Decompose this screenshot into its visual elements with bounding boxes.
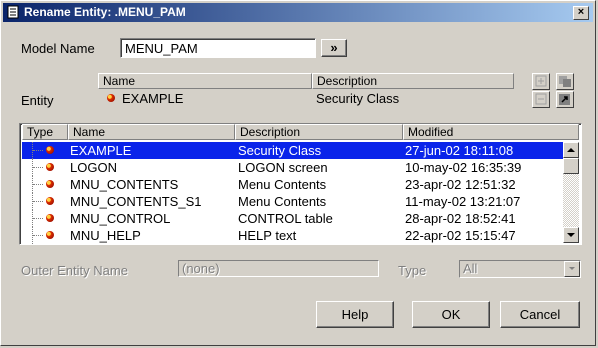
entity-type-icon — [46, 214, 54, 222]
tree-branch — [33, 201, 43, 203]
list-item[interactable]: MNU_HELP HELP text 22-apr-02 15:15:47 — [22, 227, 563, 244]
document-icon — [7, 5, 19, 19]
close-button[interactable]: × — [573, 6, 589, 20]
list-item[interactable]: EXAMPLE Security Class 27-jun-02 18:11:08 — [22, 142, 563, 159]
double-chevron-icon: » — [330, 40, 338, 55]
scroll-thumb[interactable] — [563, 158, 579, 174]
model-browse-button[interactable]: » — [321, 39, 347, 57]
type-select-value: All — [463, 261, 478, 276]
outer-entity-value: (none) — [182, 261, 220, 276]
list-item-description: LOGON screen — [238, 160, 328, 175]
list-col-name[interactable]: Name — [68, 124, 235, 140]
list-col-description[interactable]: Description — [235, 124, 403, 140]
vertical-scrollbar[interactable] — [563, 142, 579, 243]
cancel-button[interactable]: Cancel — [500, 301, 580, 328]
tree-branch — [33, 167, 43, 169]
entity-col-name[interactable]: Name — [98, 73, 312, 89]
model-name-value: MENU_PAM — [125, 41, 198, 56]
list-item-name: MNU_CONTENTS_S1 — [70, 194, 202, 209]
list-item-name: MNU_CONTROL — [70, 211, 171, 226]
close-icon: × — [577, 6, 585, 18]
copy-entity-button[interactable] — [556, 73, 574, 90]
entity-type-icon — [46, 146, 54, 154]
list-item-description: HELP text — [238, 228, 297, 243]
plus-icon — [535, 75, 547, 87]
list-item-description: Menu Contents — [238, 177, 327, 192]
scroll-up-button[interactable] — [563, 142, 579, 158]
type-label: Type — [398, 263, 427, 278]
copy-icon — [559, 76, 571, 87]
goto-entity-button[interactable] — [556, 91, 574, 108]
list-item[interactable]: MNU_CONTROL CONTROL table 28-apr-02 18:52:… — [22, 210, 563, 227]
list-item-description: Menu Contents — [238, 194, 327, 209]
entity-grid: Name Description EXAMPLE Security Class — [98, 73, 514, 111]
arrow-icon — [559, 94, 570, 105]
list-item-modified: 23-apr-02 12:51:32 — [405, 177, 516, 192]
model-name-field[interactable]: MENU_PAM — [120, 38, 316, 58]
scroll-down-button[interactable] — [563, 227, 579, 243]
arrow-up-icon — [567, 148, 575, 152]
entity-type-icon — [46, 197, 54, 205]
ok-button-label: OK — [441, 307, 461, 322]
entity-col-description[interactable]: Description — [312, 73, 514, 89]
list-item-name: EXAMPLE — [70, 143, 132, 158]
outer-entity-label: Outer Entity Name — [21, 263, 128, 278]
help-button[interactable]: Help — [316, 301, 394, 328]
entity-type-icon — [46, 231, 54, 239]
list-col-modified[interactable]: Modified — [403, 124, 579, 140]
tree-branch — [33, 235, 43, 237]
title-bar[interactable]: Rename Entity: .MENU_PAM × — [3, 3, 593, 22]
list-item[interactable]: MNU_CONTENTS Menu Contents 23-apr-02 12:51… — [22, 176, 563, 193]
rename-entity-dialog: Rename Entity: .MENU_PAM × Model Name ME… — [0, 0, 596, 346]
list-item[interactable]: LOGON LOGON screen 10-may-02 16:35:39 — [22, 159, 563, 176]
entity-row[interactable]: EXAMPLE Security Class — [98, 90, 514, 107]
help-button-label: Help — [341, 307, 369, 322]
entity-row-name: EXAMPLE — [122, 91, 184, 106]
list-item-modified: 27-jun-02 18:11:08 — [405, 143, 514, 158]
tree-branch — [33, 218, 43, 220]
minus-icon — [535, 93, 547, 105]
tree-branch — [33, 150, 43, 152]
entity-label: Entity — [21, 93, 54, 108]
list-item-name: LOGON — [70, 160, 117, 175]
type-select[interactable]: All — [459, 260, 581, 278]
list-item-description: CONTROL table — [238, 211, 333, 226]
list-item-name: MNU_HELP — [70, 228, 141, 243]
list-item-description: Security Class — [238, 143, 322, 158]
tree-branch — [33, 184, 43, 186]
entity-type-icon — [46, 180, 54, 188]
entity-row-description: Security Class — [316, 91, 400, 106]
cancel-button-label: Cancel — [519, 307, 561, 322]
list-item-modified: 10-may-02 16:35:39 — [405, 160, 522, 175]
scroll-track[interactable] — [563, 174, 579, 227]
list-item-name: MNU_CONTENTS — [70, 177, 179, 192]
list-col-type[interactable]: Type — [22, 124, 68, 140]
arrow-down-icon — [567, 233, 575, 237]
ok-button[interactable]: OK — [412, 301, 490, 328]
outer-entity-field[interactable]: (none) — [178, 260, 379, 277]
remove-entity-button[interactable] — [532, 91, 550, 108]
list-item[interactable]: MNU_CONTENTS_S1 Menu Contents 11-may-02 13… — [22, 193, 563, 210]
list-item-modified: 28-apr-02 18:52:41 — [405, 211, 516, 226]
entity-type-icon — [107, 94, 115, 102]
entity-type-icon — [46, 163, 54, 171]
add-entity-button[interactable] — [532, 73, 550, 90]
list-body: EXAMPLE Security Class 27-jun-02 18:11:08 L… — [22, 142, 563, 244]
entity-list: Type Name Description Modified EXAMPLE Se… — [19, 123, 582, 245]
chevron-down-icon — [569, 267, 575, 270]
list-item-modified: 22-apr-02 15:15:47 — [405, 228, 516, 243]
model-name-label: Model Name — [21, 41, 95, 56]
type-dropdown-button[interactable] — [564, 261, 580, 277]
list-item-modified: 11-may-02 13:21:07 — [405, 194, 521, 209]
window-title: Rename Entity: .MENU_PAM — [24, 5, 186, 19]
